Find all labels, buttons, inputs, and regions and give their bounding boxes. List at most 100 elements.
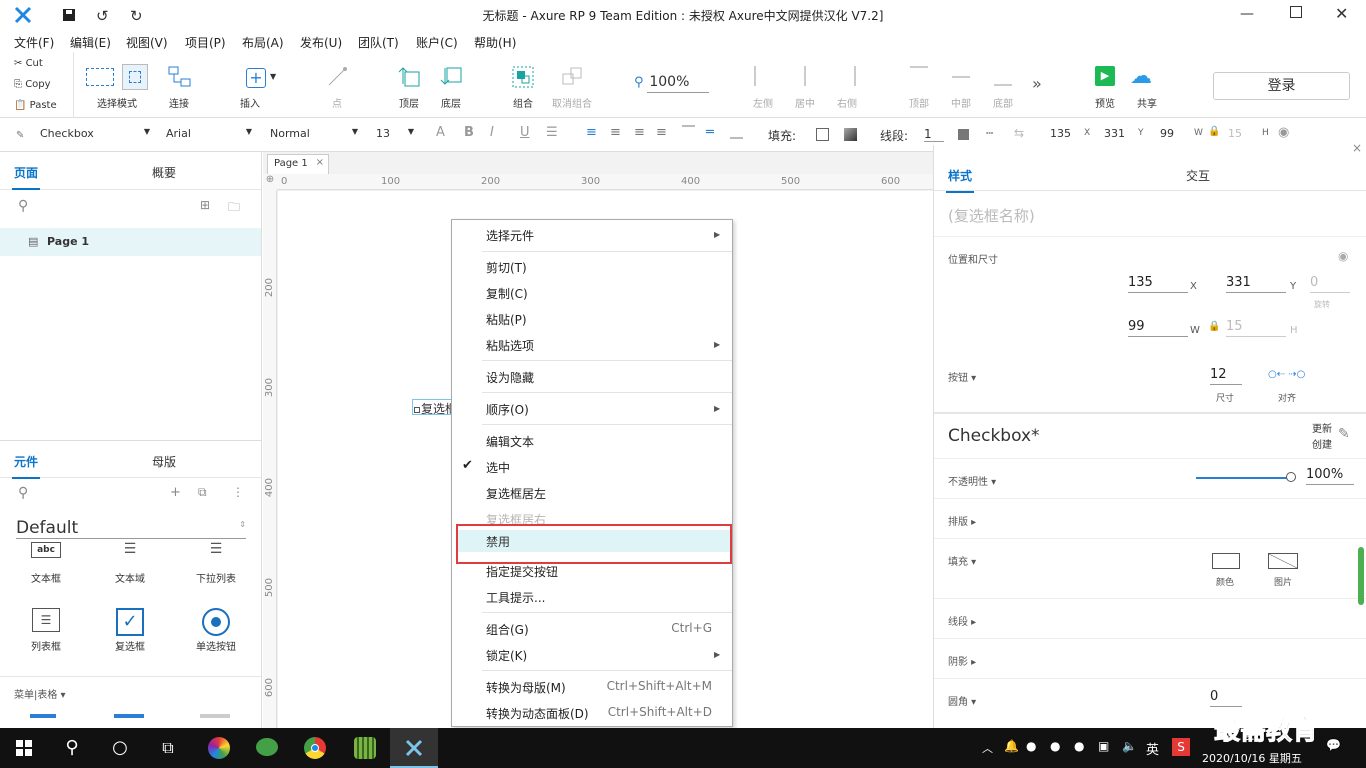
typeset-label[interactable]: 排版 ▸ <box>948 513 976 528</box>
add-page-icon[interactable]: ⊞ <box>200 198 210 212</box>
opacity-label[interactable]: 不透明性 ▾ <box>948 473 996 488</box>
align-center-text-icon[interactable]: ≡ <box>610 125 621 140</box>
menu-item-checkbox-left[interactable]: 复选框居左 <box>486 485 546 502</box>
widget-radio[interactable]: 单选按钮 <box>186 608 246 658</box>
close-tab-icon[interactable]: × <box>316 157 324 168</box>
opacity-slider-track[interactable] <box>1196 477 1288 479</box>
opacity-input[interactable]: 100% <box>1306 467 1354 485</box>
menu-item-paste[interactable]: 粘贴(P) <box>486 311 527 328</box>
menu-table-section[interactable]: 菜单|表格 ▾ <box>14 686 66 701</box>
widget-search-icon[interactable]: ⚲ <box>18 485 28 501</box>
bold-icon[interactable]: B <box>464 125 474 140</box>
fill-gradient-swatch[interactable] <box>844 128 857 141</box>
task-view-icon[interactable]: ⧉ <box>144 728 192 768</box>
widget-name-input[interactable]: (复选框名称) <box>948 205 1035 226</box>
font-family-dropdown[interactable]: Arial ▼ <box>166 127 254 140</box>
widget-dropdown[interactable]: ☰ 下拉列表 <box>186 542 246 592</box>
menu-item-convert-master[interactable]: 转换为母版(M) <box>486 679 566 696</box>
maximize-button[interactable] <box>1290 6 1302 18</box>
align-middle-button[interactable]: 中部 <box>948 52 974 118</box>
aspect-lock-icon[interactable]: 🔒 <box>1208 321 1220 332</box>
library-copy-icon[interactable]: ⧉ <box>198 485 207 500</box>
button-size-input[interactable]: 12 <box>1210 367 1242 385</box>
close-panel-icon[interactable]: × <box>1352 141 1362 155</box>
more-options-icon[interactable]: ⋮ <box>232 485 244 499</box>
sogou-ime-icon[interactable]: S <box>1172 738 1190 756</box>
y-input[interactable]: 331 <box>1226 275 1286 293</box>
table-widget-icon[interactable] <box>114 714 144 722</box>
more-chevron-icon[interactable]: » <box>1032 74 1042 93</box>
height-input[interactable]: 15 <box>1226 319 1286 337</box>
fill-image-button[interactable] <box>1268 553 1298 569</box>
menu-item-disable[interactable]: 禁用 <box>458 530 730 552</box>
menu-item-lock[interactable]: 锁定(K) <box>486 647 527 664</box>
align-bottom-button[interactable]: 底部 <box>990 52 1016 118</box>
y-value[interactable]: 331 <box>1104 127 1125 140</box>
align-top-button[interactable]: 顶部 <box>906 52 932 118</box>
clock-date[interactable]: 2020/10/16 星期五 <box>1202 750 1302 766</box>
wechat-tray-icon[interactable]: ● <box>1026 739 1036 753</box>
library-dropdown[interactable]: Default ⇕ <box>16 518 246 539</box>
tab-widgets[interactable]: 元件 <box>11 453 41 479</box>
w-value[interactable]: 99 <box>1160 127 1174 140</box>
qq-tray-icon-2[interactable]: ● <box>1074 739 1084 753</box>
widget-checkbox[interactable]: ✓ 复选框 <box>100 608 160 658</box>
menu-item-copy[interactable]: 复制(C) <box>486 285 528 302</box>
menu-item-order[interactable]: 顺序(O) <box>486 401 529 418</box>
align-toggle-icon[interactable]: ○⇠ ⇢○ <box>1268 369 1305 380</box>
align-right-button[interactable]: 右侧 <box>834 52 860 118</box>
widget-textbox[interactable]: abc 文本框 <box>16 542 76 592</box>
menu-item-edit-text[interactable]: 编辑文本 <box>486 433 534 450</box>
search-icon[interactable]: ⚲ <box>18 198 28 214</box>
widget-style-dropdown[interactable]: Checkbox ▼ <box>40 127 152 140</box>
bullet-list-icon[interactable]: ☰ <box>546 125 558 140</box>
send-bottom-button[interactable]: 底层 <box>436 52 466 118</box>
fill-color-swatch[interactable] <box>816 128 829 141</box>
close-button[interactable]: ✕ <box>1335 4 1348 23</box>
paste-button[interactable]: 📋 Paste <box>14 100 57 111</box>
eye-icon[interactable]: ◉ <box>1278 125 1289 140</box>
notification-bell-icon[interactable]: 🔔 <box>1004 739 1019 753</box>
menu-item-group[interactable]: 组合(G) <box>486 621 529 638</box>
visibility-eye-icon[interactable]: ◉ <box>1338 249 1348 263</box>
axure-taskbar-icon[interactable] <box>390 728 438 768</box>
tray-up-arrow-icon[interactable]: ︿ <box>982 740 993 756</box>
shadow-section-label[interactable]: 阴影 ▸ <box>948 653 976 668</box>
ime-indicator[interactable]: 英 <box>1146 739 1159 758</box>
menu-help[interactable]: 帮助(H) <box>474 34 516 51</box>
tab-interactions[interactable]: 交互 <box>1186 167 1210 184</box>
italic-icon[interactable]: I <box>490 125 494 140</box>
tab-pages[interactable]: 页面 <box>11 164 41 190</box>
share-button[interactable]: ☁ 共享 <box>1130 52 1164 118</box>
underline-icon[interactable]: U <box>520 125 530 140</box>
menu-item-paste-options[interactable]: 粘贴选项 <box>486 337 534 354</box>
chrome-icon[interactable] <box>292 728 340 768</box>
menu-widget-icon[interactable] <box>30 714 56 722</box>
menu-layout[interactable]: 布局(A) <box>242 34 284 51</box>
edit-style-icon[interactable]: ✎ <box>1338 426 1350 442</box>
widget-textarea[interactable]: ☰ 文本域 <box>100 542 160 592</box>
widget-listbox[interactable]: ☰ 列表框 <box>16 608 76 658</box>
menu-item-submit-button[interactable]: 指定提交按钮 <box>486 563 558 580</box>
x-input[interactable]: 135 <box>1128 275 1188 293</box>
corner-section-label[interactable]: 圆角 ▾ <box>948 693 976 708</box>
menu-team[interactable]: 团队(T) <box>358 34 399 51</box>
menu-publish[interactable]: 发布(U) <box>300 34 342 51</box>
tab-outline[interactable]: 概要 <box>152 164 176 181</box>
line-pattern-icon[interactable]: ┅ <box>986 126 993 140</box>
align-right-text-icon[interactable]: ≡ <box>634 125 645 140</box>
search-taskbar-icon[interactable]: ⚲ <box>48 728 96 768</box>
select-mode-button[interactable]: 选择模式 <box>86 52 148 118</box>
create-style-link[interactable]: 创建 <box>1312 436 1332 451</box>
group-button[interactable]: 组合 <box>508 52 538 118</box>
justify-text-icon[interactable]: ≡ <box>656 125 667 140</box>
valign-bottom-icon[interactable]: ⎽ <box>730 125 743 140</box>
copy-button[interactable]: ⎘ Copy <box>14 79 51 90</box>
font-size-dropdown[interactable]: 13 ▼ <box>376 127 416 140</box>
width-input[interactable]: 99 <box>1128 319 1188 337</box>
add-folder-icon[interactable]: 🗀 <box>228 198 240 219</box>
rotation-input[interactable]: 0 <box>1310 275 1350 293</box>
ungroup-button[interactable]: 取消组合 <box>550 52 594 118</box>
corner-radius-input[interactable]: 0 <box>1210 689 1242 707</box>
tree-widget-icon[interactable] <box>200 714 230 722</box>
